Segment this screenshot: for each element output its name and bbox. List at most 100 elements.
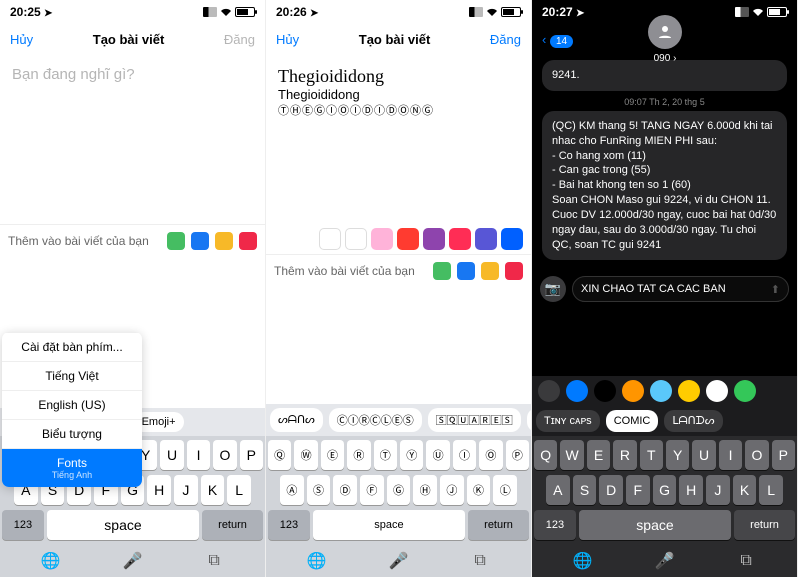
key-w[interactable]: Ⓦ — [294, 440, 317, 470]
key-return[interactable]: return — [734, 510, 795, 540]
mic-icon[interactable]: 🎤 — [122, 551, 142, 571]
key-123[interactable]: 123 — [534, 510, 576, 540]
avatar[interactable] — [648, 15, 682, 49]
key-k[interactable]: K — [733, 475, 757, 505]
key-l[interactable]: L — [759, 475, 783, 505]
app-icon[interactable] — [622, 380, 644, 402]
app-icon[interactable] — [594, 380, 616, 402]
key-d[interactable]: D — [599, 475, 623, 505]
contact-name[interactable]: 090 › — [654, 53, 677, 64]
key-y[interactable]: Ⓨ — [400, 440, 423, 470]
key-a[interactable]: Ⓐ — [280, 475, 304, 505]
key-q[interactable]: Q — [534, 440, 557, 470]
key-space[interactable]: space — [47, 510, 199, 540]
send-icon[interactable]: ⬆ — [771, 283, 780, 296]
back-button[interactable]: ‹ 14 — [542, 32, 573, 47]
message-input[interactable]: XIN CHAO TAT CA CAC BAN ⬆ — [572, 276, 789, 302]
key-e[interactable]: Ⓔ — [321, 440, 344, 470]
popup-emoji[interactable]: Biểu tượng — [2, 419, 142, 448]
key-p[interactable]: P — [240, 440, 263, 470]
key-e[interactable]: E — [587, 440, 610, 470]
key-d[interactable]: Ⓓ — [333, 475, 357, 505]
composer[interactable]: Thegioididong Thegioididong ⓉⒽⒺⒼⒾⓄⒾⒹⒾⒹⓄⓃ… — [266, 54, 531, 224]
video-icon[interactable] — [239, 232, 257, 250]
app-icon[interactable] — [538, 380, 560, 402]
bg-swatch[interactable] — [501, 228, 523, 250]
globe-icon[interactable]: 🌐 — [307, 551, 327, 571]
bg-swatch[interactable] — [371, 228, 393, 250]
font-bar[interactable]: ᔕᗩᑎᔕ ⒸⒾⓇⒸⓁⒺⓈ 🅂🅀🅄🄰🅁🄴🅂 Share A — [266, 404, 531, 436]
app-strip[interactable] — [532, 376, 797, 406]
bg-swatch[interactable] — [475, 228, 497, 250]
key-return[interactable]: return — [202, 510, 263, 540]
key-k[interactable]: Ⓚ — [467, 475, 491, 505]
key-o[interactable]: O — [213, 440, 236, 470]
key-space[interactable]: space — [579, 510, 731, 540]
key-g[interactable]: Ⓖ — [387, 475, 411, 505]
key-t[interactable]: T — [640, 440, 663, 470]
app-icon[interactable] — [706, 380, 728, 402]
key-i[interactable]: Ⓘ — [453, 440, 476, 470]
font-chip-sans[interactable]: ᔕᗩᑎᔕ — [270, 408, 323, 432]
bg-swatch[interactable] — [423, 228, 445, 250]
key-u[interactable]: Ⓤ — [426, 440, 449, 470]
font-chip-comic[interactable]: COMIC — [606, 410, 659, 432]
scan-icon[interactable]: ⧉ — [736, 551, 756, 571]
app-icon[interactable] — [566, 380, 588, 402]
key-u[interactable]: U — [160, 440, 183, 470]
key-r[interactable]: Ⓡ — [347, 440, 370, 470]
mic-icon[interactable]: 🎤 — [654, 551, 674, 571]
key-return[interactable]: return — [468, 510, 529, 540]
key-123[interactable]: 123 — [2, 510, 44, 540]
key-u[interactable]: U — [692, 440, 715, 470]
key-k[interactable]: K — [201, 475, 225, 505]
font-chip-squares[interactable]: 🅂🅀🅄🄰🅁🄴🅂 — [428, 408, 521, 432]
key-w[interactable]: W — [560, 440, 583, 470]
key-s[interactable]: S — [573, 475, 597, 505]
message-bubble[interactable]: (QC) KM thang 5! TANG NGAY 6.000d khi ta… — [542, 111, 787, 261]
mic-icon[interactable]: 🎤 — [388, 551, 408, 571]
key-j[interactable]: J — [174, 475, 198, 505]
tag-icon[interactable] — [191, 232, 209, 250]
key-o[interactable]: O — [745, 440, 768, 470]
font-chip-share[interactable]: Share A — [527, 408, 531, 432]
key-s[interactable]: Ⓢ — [307, 475, 331, 505]
tag-icon[interactable] — [457, 262, 475, 280]
scan-icon[interactable]: ⧉ — [204, 551, 224, 571]
key-g[interactable]: G — [653, 475, 677, 505]
key-space[interactable]: space — [313, 510, 465, 540]
background-picker[interactable] — [266, 224, 531, 254]
key-i[interactable]: I — [187, 440, 210, 470]
message-bubble[interactable]: 9241. — [542, 60, 787, 91]
key-q[interactable]: Ⓠ — [268, 440, 291, 470]
cancel-button[interactable]: Hủy — [276, 32, 299, 47]
scan-icon[interactable]: ⧉ — [470, 551, 490, 571]
post-button[interactable]: Đăng — [490, 32, 521, 47]
key-h[interactable]: H — [147, 475, 171, 505]
key-h[interactable]: H — [679, 475, 703, 505]
post-button[interactable]: Đăng — [224, 32, 255, 47]
bg-swatch[interactable] — [449, 228, 471, 250]
key-j[interactable]: J — [706, 475, 730, 505]
popup-settings[interactable]: Cài đặt bàn phím... — [2, 332, 142, 361]
photo-icon[interactable] — [433, 262, 451, 280]
bg-swatch[interactable] — [345, 228, 367, 250]
composer[interactable]: Bạn đang nghĩ gì? — [0, 54, 265, 224]
bg-swatch[interactable] — [397, 228, 419, 250]
key-p[interactable]: Ⓟ — [506, 440, 529, 470]
key-123[interactable]: 123 — [268, 510, 310, 540]
globe-icon[interactable]: 🌐 — [573, 551, 593, 571]
key-i[interactable]: I — [719, 440, 742, 470]
cancel-button[interactable]: Hủy — [10, 32, 33, 47]
key-h[interactable]: Ⓗ — [413, 475, 437, 505]
font-bar[interactable]: Tɪɴʏ ᴄᴀᴘs COMIC ᒪᗩᑎᗪᔕ — [532, 406, 797, 436]
camera-icon[interactable]: 📷 — [540, 276, 566, 302]
font-chip-lands[interactable]: ᒪᗩᑎᗪᔕ — [664, 410, 722, 432]
popup-fonts[interactable]: FontsTiếng Anh — [2, 448, 142, 487]
popup-vi[interactable]: Tiếng Việt — [2, 361, 142, 390]
key-f[interactable]: Ⓕ — [360, 475, 384, 505]
conversation[interactable]: 9241. 09:07 Th 2, 20 thg 5 (QC) KM thang… — [532, 54, 797, 272]
app-icon[interactable] — [678, 380, 700, 402]
emoji-icon[interactable] — [215, 232, 233, 250]
globe-icon[interactable]: 🌐 — [41, 551, 61, 571]
